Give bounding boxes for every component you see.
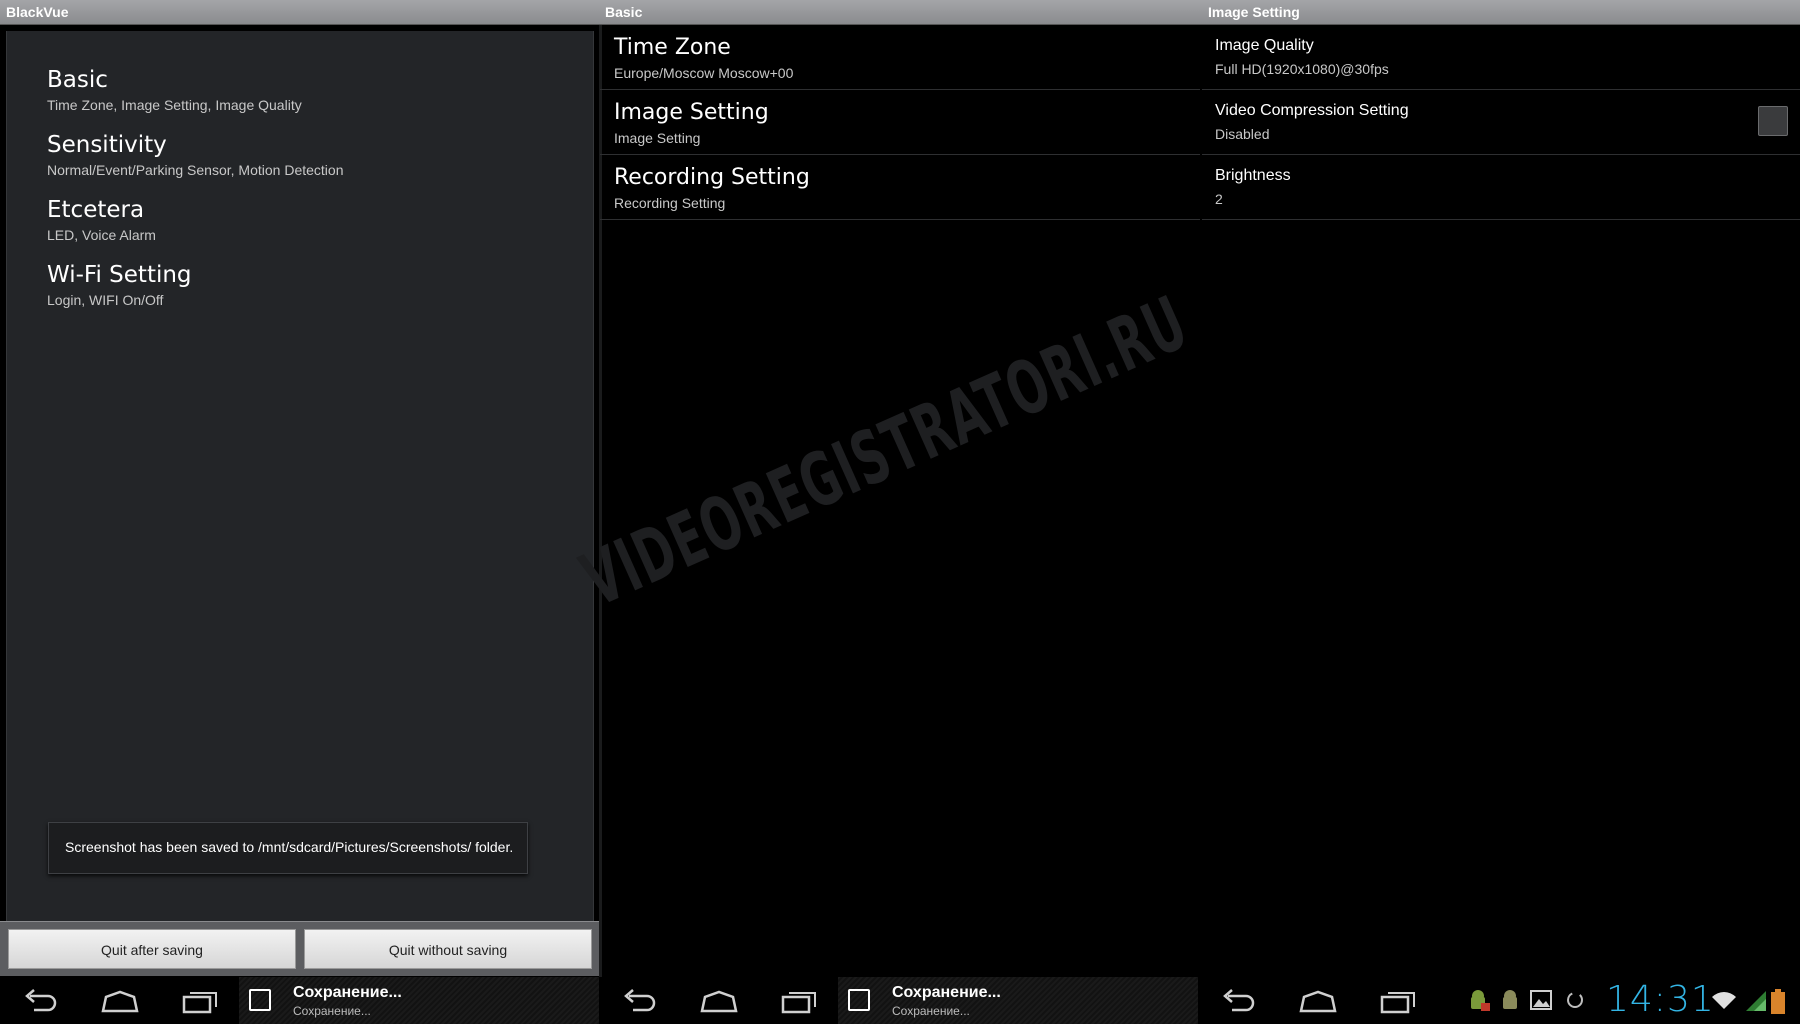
system-navigation-bar: Сохранение... Сохранение... Сохранение..… [0, 977, 1800, 1024]
status-clock: 14:31 [1606, 979, 1715, 1020]
video-compression-checkbox[interactable] [1758, 106, 1788, 136]
image-item-title: Brightness [1215, 167, 1291, 184]
image-item-quality[interactable]: Image Quality Full HD(1920x1080)@30fps [1202, 25, 1800, 90]
quit-after-saving-button[interactable]: Quit after saving [8, 929, 296, 969]
notification-title: Сохранение... [892, 984, 1001, 1001]
recent-apps-icon[interactable] [1378, 987, 1418, 1015]
basic-item-subtitle: Europe/Moscow Moscow+00 [614, 65, 794, 81]
image-item-title: Video Compression Setting [1215, 102, 1409, 119]
image-icon [249, 989, 271, 1011]
wifi-icon [1712, 992, 1736, 1009]
basic-item-image-setting[interactable]: Image Setting Image Setting [600, 90, 1200, 155]
menu-item-subtitle: LED, Voice Alarm [47, 227, 156, 243]
window-title-basic: Basic [599, 0, 1202, 25]
menu-item-title: Etcetera [47, 197, 145, 223]
battery-icon [1771, 989, 1785, 1014]
menu-item-title: Wi-Fi Setting [47, 262, 192, 288]
image-item-subtitle: Disabled [1215, 126, 1270, 142]
saving-notification[interactable]: Сохранение... Сохранение... [239, 977, 599, 1024]
notification-title: Сохранение... [293, 984, 402, 1001]
basic-item-title: Image Setting [614, 100, 769, 125]
menu-item-etcetera[interactable]: Etcetera LED, Voice Alarm [47, 197, 156, 243]
image-item-brightness[interactable]: Brightness 2 [1202, 155, 1800, 220]
menu-item-title: Basic [47, 67, 108, 93]
image-item-video-compression[interactable]: Video Compression Setting Disabled [1202, 90, 1800, 155]
home-icon[interactable] [1298, 987, 1338, 1015]
recent-apps-icon[interactable] [180, 987, 220, 1015]
menu-item-wifi-setting[interactable]: Wi-Fi Setting Login, WIFI On/Off [47, 262, 192, 308]
home-icon[interactable] [100, 987, 140, 1015]
menu-item-basic[interactable]: Basic Time Zone, Image Setting, Image Qu… [47, 67, 302, 113]
image-icon [848, 989, 870, 1011]
basic-item-time-zone[interactable]: Time Zone Europe/Moscow Moscow+00 [600, 25, 1200, 90]
image-item-title: Image Quality [1215, 37, 1314, 54]
android-icon [1503, 990, 1517, 1009]
settings-menu-panel: Basic Time Zone, Image Setting, Image Qu… [0, 25, 599, 922]
back-icon[interactable] [1218, 987, 1258, 1015]
saving-notification[interactable]: Сохранение... Сохранение... [838, 977, 1198, 1024]
menu-item-subtitle: Normal/Event/Parking Sensor, Motion Dete… [47, 162, 344, 178]
screenshot-toast: Screenshot has been saved to /mnt/sdcard… [48, 822, 528, 874]
menu-item-title: Sensitivity [47, 132, 167, 158]
quit-without-saving-button[interactable]: Quit without saving [304, 929, 592, 969]
settings-menu-list: Basic Time Zone, Image Setting, Image Qu… [6, 31, 594, 922]
image-icon [1530, 990, 1552, 1010]
watermark-text: VIDEOREGISTRATORI.RU [570, 279, 1201, 624]
signal-icon [1746, 991, 1766, 1011]
android-debug-icon [1471, 990, 1490, 1011]
image-item-subtitle: 2 [1215, 191, 1223, 207]
basic-item-title: Time Zone [614, 35, 731, 60]
image-item-subtitle: Full HD(1920x1080)@30fps [1215, 61, 1389, 77]
notification-subtitle: Сохранение... [293, 1004, 371, 1018]
back-icon[interactable] [20, 987, 60, 1015]
notification-subtitle: Сохранение... [892, 1004, 970, 1018]
basic-item-subtitle: Image Setting [614, 130, 701, 146]
basic-item-title: Recording Setting [614, 165, 810, 190]
menu-item-subtitle: Time Zone, Image Setting, Image Quality [47, 97, 302, 113]
basic-item-recording-setting[interactable]: Recording Setting Recording Setting [600, 155, 1200, 220]
home-icon[interactable] [699, 987, 739, 1015]
window-title-blackvue: BlackVue [0, 0, 599, 25]
menu-item-sensitivity[interactable]: Sensitivity Normal/Event/Parking Sensor,… [47, 132, 343, 178]
window-title-image-setting: Image Setting [1202, 0, 1800, 25]
basic-item-subtitle: Recording Setting [614, 195, 726, 211]
recent-apps-icon[interactable] [779, 987, 819, 1015]
menu-item-subtitle: Login, WIFI On/Off [47, 292, 164, 308]
back-icon[interactable] [619, 987, 659, 1015]
button-bar: Quit after saving Quit without saving [0, 921, 599, 976]
sync-icon [1567, 992, 1583, 1008]
